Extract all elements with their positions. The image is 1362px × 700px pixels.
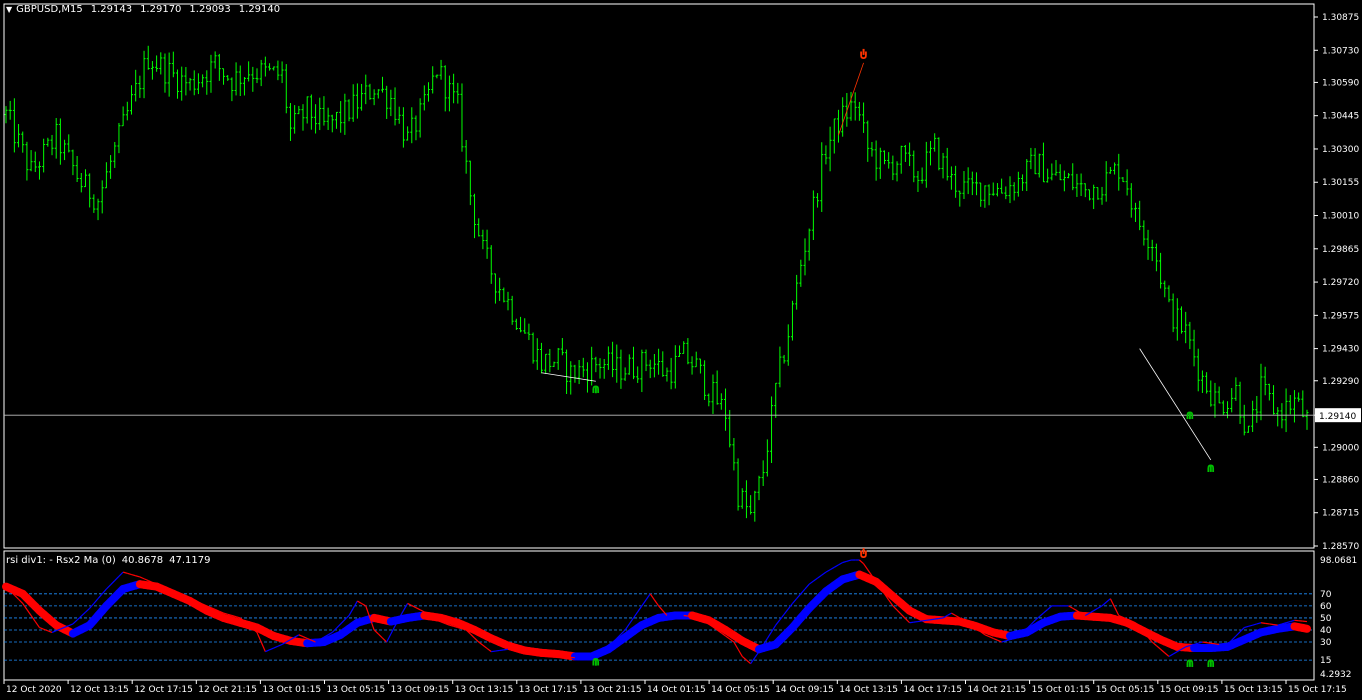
price-axis-label: 1.29430: [1322, 345, 1359, 355]
rsx-segment: [1265, 622, 1270, 625]
price-axis-label: 1.29865: [1322, 245, 1359, 255]
price-axis-label: 1.28570: [1322, 542, 1359, 552]
rsx-segment: [499, 649, 504, 652]
rsx-segment: [934, 617, 939, 620]
time-axis-label: 13 Oct 09:15: [391, 685, 450, 695]
rsx-segment: [503, 648, 509, 651]
price-axis-label: 1.29000: [1322, 443, 1359, 453]
time-axis-label: 15 Oct 05:15: [1096, 685, 1155, 695]
time-axis-label: 12 Oct 21:15: [198, 685, 257, 695]
indicator-scale-min: 4.2932: [1320, 670, 1352, 680]
rsx-segment: [495, 649, 500, 652]
indicator-buy-arrow-icon: ∩: [1185, 656, 1196, 671]
time-axis-label: 13 Oct 17:15: [519, 685, 578, 695]
time-axis-label: 14 Oct 21:15: [968, 685, 1027, 695]
chart-title: ▼ GBPUSD,M15 1.29143 1.29170 1.29093 1.29140: [6, 4, 280, 15]
buy-arrow-icon: ∩: [1185, 408, 1196, 423]
indicator-level-label: 70: [1320, 590, 1332, 600]
price-axis-label: 1.30730: [1322, 46, 1359, 56]
indicator-title: rsi div1: - Rsx2 Ma (0) 40.8678 47.1179: [6, 555, 210, 566]
time-axis-label: 12 Oct 2020: [6, 685, 62, 695]
rsx-segment: [913, 620, 919, 623]
price-axis-label: 1.29290: [1322, 377, 1359, 387]
rsx-segment: [930, 618, 935, 621]
chart-window[interactable]: 1.30875 1.30730 1.30590 1.30445 1.30300 1.301…: [0, 0, 1362, 700]
high-value: 1.29170: [140, 4, 182, 15]
time-axis-label: 13 Oct 13:15: [455, 685, 514, 695]
rsx-segment: [938, 617, 944, 620]
price-axis-label: 1.28715: [1322, 509, 1359, 519]
rsx-segment: [696, 616, 701, 619]
price-axis-label: 1.30875: [1322, 13, 1359, 23]
price-axis-label: 1.28860: [1322, 475, 1359, 485]
current-price-label: 1.29140: [1319, 412, 1356, 422]
chart-background: [0, 0, 1362, 700]
time-axis-label: 14 Oct 05:15: [711, 685, 770, 695]
rsx-segment: [917, 620, 923, 623]
time-axis-label: 14 Oct 13:15: [839, 685, 898, 695]
close-value: 1.29140: [238, 4, 281, 15]
price-axis-label: 1.29575: [1322, 311, 1359, 321]
time-axis-label: 14 Oct 17:15: [903, 685, 962, 695]
indicator-value-1: 40.8678: [121, 555, 164, 566]
price-axis-label: 1.30010: [1322, 212, 1359, 222]
time-axis-label: 15 Oct 09:15: [1160, 685, 1219, 695]
rsx-segment: [1273, 623, 1278, 626]
indicator-value-2: 47.1179: [169, 555, 211, 566]
price-axis-label: 1.30155: [1322, 178, 1359, 188]
indicator-level-label: 60: [1320, 602, 1332, 612]
time-axis-label: 13 Oct 01:15: [262, 685, 321, 695]
indicator-buy-arrow-icon: ∩: [1206, 656, 1217, 671]
rsx-segment: [1214, 643, 1220, 646]
time-axis-label: 12 Oct 13:15: [70, 685, 129, 695]
rsx-segment: [491, 650, 496, 653]
time-axis-label: 12 Oct 17:15: [134, 685, 193, 695]
rsx-segment: [1210, 642, 1216, 645]
indicator-scale-max: 98.0681: [1320, 556, 1357, 566]
time-axis-label: 14 Oct 01:15: [647, 685, 706, 695]
time-axis-label: 15 Oct 13:15: [1224, 685, 1283, 695]
rsx-segment: [922, 619, 927, 622]
low-value: 1.29093: [189, 4, 231, 15]
time-axis-label: 14 Oct 09:15: [775, 685, 834, 695]
rsx-segment: [687, 615, 693, 618]
main-price-chart[interactable]: 1.30875 1.30730 1.30590 1.30445 1.30300 1.301…: [0, 0, 1362, 700]
rsx-segment: [1202, 641, 1207, 644]
indicator-level-label: 15: [1320, 656, 1331, 666]
indicator-level-label: 40: [1320, 626, 1332, 636]
indicator-level-label: 30: [1320, 638, 1332, 648]
price-axis-label: 1.30590: [1322, 78, 1359, 88]
price-axis-label: 1.29720: [1322, 278, 1359, 288]
symbol-label: GBPUSD,M15: [16, 4, 83, 15]
rsx-segment: [1206, 642, 1211, 644]
time-axis-label: 13 Oct 21:15: [583, 685, 642, 695]
buy-arrow-icon: ∩: [1206, 461, 1217, 476]
rsx-segment: [926, 619, 931, 621]
sell-arrow-icon: ∪: [858, 48, 869, 63]
price-axis-label: 1.30445: [1322, 112, 1359, 122]
dropdown-triangle-icon[interactable]: ▼: [6, 5, 12, 14]
price-axis-label: 1.30300: [1322, 145, 1359, 155]
rsx-ma-segment: [1298, 623, 1311, 633]
rsx-segment: [683, 614, 688, 617]
time-axis-label: 15 Oct 17:15: [1288, 685, 1347, 695]
rsx-segment: [1260, 622, 1266, 624]
rsx-segment: [691, 616, 697, 618]
rsx-segment: [1269, 623, 1274, 626]
time-axis-label: 15 Oct 01:15: [1032, 685, 1091, 695]
indicator-name: rsi div1: - Rsx2 Ma (0): [6, 555, 116, 566]
buy-arrow-icon: ∩: [591, 382, 602, 397]
time-axis-label: 13 Oct 05:15: [327, 685, 386, 695]
indicator-sell-arrow-icon: ∪: [858, 547, 869, 562]
indicator-buy-arrow-icon: ∩: [591, 655, 602, 670]
indicator-level-label: 50: [1320, 614, 1332, 624]
rsx-segment: [909, 621, 914, 624]
open-value: 1.29143: [90, 4, 133, 15]
